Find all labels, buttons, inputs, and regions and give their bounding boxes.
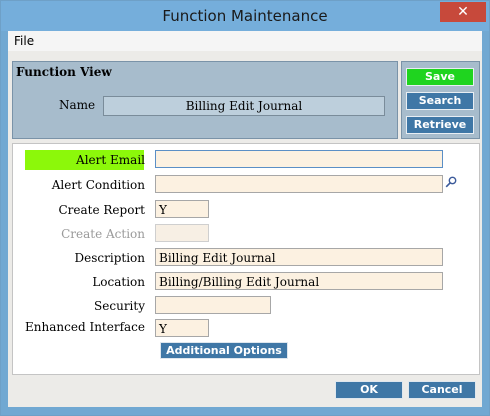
create-action-label: Create Action [61, 227, 145, 241]
side-button-panel: Save Search Retrieve [401, 61, 480, 139]
client-area: File Function View Name Billing Edit Jou… [8, 31, 482, 407]
save-button[interactable]: Save [406, 68, 474, 86]
name-field[interactable]: Billing Edit Journal [103, 96, 385, 116]
retrieve-button[interactable]: Retrieve [406, 116, 474, 134]
create-action-field [155, 224, 209, 242]
alert-email-label: Alert Email [76, 153, 145, 167]
security-field[interactable] [155, 296, 271, 314]
create-report-field[interactable]: Y [155, 200, 209, 218]
security-label: Security [94, 299, 145, 313]
alert-email-field[interactable] [155, 150, 443, 168]
description-label: Description [74, 251, 145, 265]
alert-condition-field[interactable] [155, 175, 443, 193]
ok-button[interactable]: OK [335, 381, 403, 399]
enhanced-interface-field[interactable]: Y [155, 319, 209, 337]
close-button[interactable]: ✕ [440, 2, 486, 22]
form-panel: Alert Email Alert Condition Create Repor… [12, 143, 480, 375]
location-label: Location [92, 275, 145, 289]
title-bar[interactable]: Function Maintenance ✕ [1, 1, 489, 31]
name-label: Name [59, 98, 96, 112]
alert-condition-label: Alert Condition [51, 178, 145, 192]
create-report-label: Create Report [58, 203, 145, 217]
menu-bar: File [8, 31, 482, 51]
function-view-title: Function View [16, 65, 112, 79]
location-field[interactable]: Billing/Billing Edit Journal [155, 272, 443, 290]
description-field[interactable]: Billing Edit Journal [155, 248, 443, 266]
search-button[interactable]: Search [406, 92, 474, 110]
function-view-panel: Function View Name Billing Edit Journal [12, 61, 398, 139]
cancel-button[interactable]: Cancel [408, 381, 476, 399]
additional-options-button[interactable]: Additional Options [160, 342, 288, 359]
enhanced-interface-label: Enhanced Interface [25, 320, 145, 334]
window-title: Function Maintenance [162, 7, 328, 25]
magnifier-icon[interactable] [445, 176, 457, 188]
menu-file[interactable]: File [14, 34, 34, 48]
